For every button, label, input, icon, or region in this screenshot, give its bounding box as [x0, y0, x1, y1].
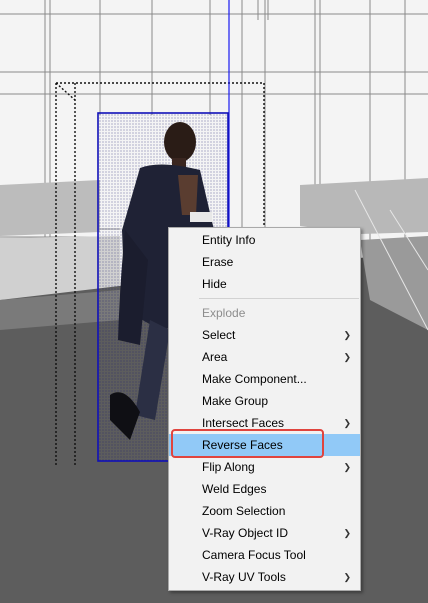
- menu-item-intersect-faces[interactable]: Intersect Faces ❯: [169, 412, 360, 434]
- menu-item-label: Explode: [202, 306, 246, 320]
- menu-item-make-group[interactable]: Make Group: [169, 390, 360, 412]
- sketchup-viewport[interactable]: Entity Info Erase Hide Explode Select ❯ A…: [0, 0, 428, 603]
- menu-item-entity-info[interactable]: Entity Info: [169, 229, 360, 251]
- menu-item-label: Reverse Faces: [202, 438, 283, 452]
- wall-band-right: [300, 178, 428, 234]
- menu-item-hide[interactable]: Hide: [169, 273, 360, 295]
- menu-item-label: Flip Along: [202, 460, 255, 474]
- menu-item-label: Area: [202, 350, 228, 364]
- menu-item-label: Erase: [202, 255, 234, 269]
- menu-separator: [199, 298, 359, 299]
- context-menu-list: Entity Info Erase Hide Explode Select ❯ A…: [169, 229, 360, 588]
- menu-item-label: Weld Edges: [202, 482, 267, 496]
- menu-item-weld-edges[interactable]: Weld Edges: [169, 478, 360, 500]
- context-menu: Entity Info Erase Hide Explode Select ❯ A…: [168, 227, 361, 591]
- chevron-right-icon: ❯: [343, 528, 351, 538]
- menu-item-make-component[interactable]: Make Component...: [169, 368, 360, 390]
- chevron-right-icon: ❯: [343, 418, 351, 428]
- menu-item-label: V-Ray Object ID: [202, 526, 289, 540]
- chevron-right-icon: ❯: [343, 462, 351, 472]
- menu-item-reverse-faces[interactable]: Reverse Faces: [169, 434, 360, 456]
- menu-item-label: V-Ray UV Tools: [202, 570, 286, 584]
- menu-item-label: Entity Info: [202, 233, 256, 247]
- menu-item-explode: Explode: [169, 302, 360, 324]
- menu-item-label: Zoom Selection: [202, 504, 286, 518]
- menu-item-label: Make Group: [202, 394, 269, 408]
- menu-item-vray-object-id[interactable]: V-Ray Object ID ❯: [169, 522, 360, 544]
- menu-item-label: Select: [202, 328, 236, 342]
- chevron-right-icon: ❯: [343, 352, 351, 362]
- menu-item-flip-along[interactable]: Flip Along ❯: [169, 456, 360, 478]
- chevron-right-icon: ❯: [343, 330, 351, 340]
- chevron-right-icon: ❯: [343, 572, 351, 582]
- wall-band-left: [0, 180, 100, 236]
- menu-item-label: Hide: [202, 277, 227, 291]
- menu-item-label: Intersect Faces: [202, 416, 285, 430]
- menu-item-camera-focus-tool[interactable]: Camera Focus Tool: [169, 544, 360, 566]
- menu-item-vray-uv-tools[interactable]: V-Ray UV Tools ❯: [169, 566, 360, 588]
- menu-item-area[interactable]: Area ❯: [169, 346, 360, 368]
- menu-item-zoom-selection[interactable]: Zoom Selection: [169, 500, 360, 522]
- menu-item-label: Make Component...: [202, 372, 307, 386]
- menu-item-select[interactable]: Select ❯: [169, 324, 360, 346]
- menu-item-erase[interactable]: Erase: [169, 251, 360, 273]
- menu-item-label: Camera Focus Tool: [202, 548, 306, 562]
